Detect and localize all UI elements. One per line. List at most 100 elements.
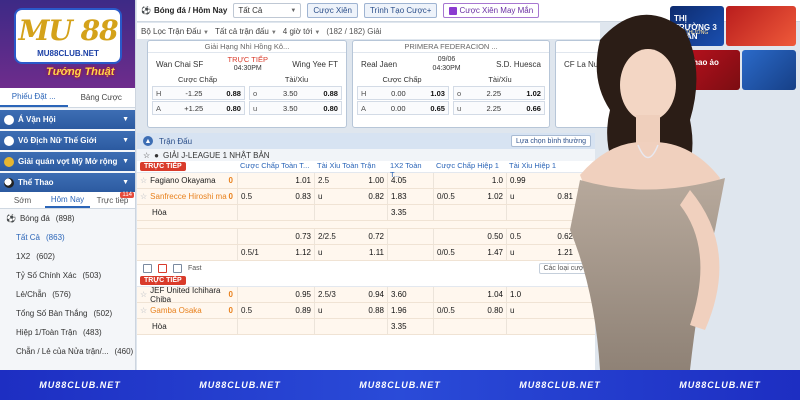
live-tv-icon[interactable] — [158, 263, 167, 273]
league-header[interactable]: ☆ ● GIẢI J-LEAGUE 1 NHẬT BẢN — [137, 149, 595, 161]
featured-match-card[interactable]: PRIMERA FEDERACION ... Real Jaen 09/06 0… — [352, 40, 550, 128]
match-filter-select[interactable]: Bộ Lọc Trận Đấu ▼ — [141, 27, 209, 36]
odds-cell[interactable]: 1.01 — [237, 173, 314, 188]
footer-link[interactable]: MU88CLUB.NET — [519, 380, 601, 390]
odds-cell[interactable]: 2.5 1.00 — [314, 173, 387, 188]
odds-cell[interactable]: 0/0.5 1.47 — [433, 245, 506, 260]
tab-early[interactable]: Sớm — [0, 192, 45, 208]
tab-bet-list[interactable]: Bảng Cược — [68, 88, 136, 107]
collapse-icon[interactable]: ▲ — [143, 136, 153, 146]
team-away[interactable]: ☆ Sanfrecce Hiroshi ma 0 — [137, 189, 237, 204]
team-home[interactable]: ☆ JEF United Ichihara Chiba 0 — [137, 286, 237, 304]
footer-link[interactable]: MU88CLUB.NET — [359, 380, 441, 390]
odds-cell[interactable]: o 2.25 1.02 — [453, 86, 545, 100]
odds-cell[interactable]: H -1.25 0.88 — [152, 86, 245, 100]
odds-cell[interactable]: u 0.88 — [314, 303, 387, 318]
sidebar-section-womens-world-cup[interactable]: Vô Địch Nữ Thế Giới ▼ — [0, 131, 135, 150]
tab-betslip[interactable]: Phiếu Đặt ... — [0, 88, 68, 107]
odds-cell[interactable]: 0.95 — [237, 287, 314, 302]
odds-cell[interactable]: A 0.00 0.65 — [357, 101, 449, 115]
odds-cell[interactable]: 1.96 — [387, 303, 433, 318]
odds-cell[interactable]: H 0.00 1.03 — [357, 86, 449, 100]
tab-today[interactable]: Hôm Nay — [45, 192, 90, 208]
odds-cell[interactable]: 0/0.5 0.80 — [433, 303, 506, 318]
card-market-headers: Cược Chấp Tài/Xỉu — [148, 75, 346, 86]
sport-football[interactable]: ⚽ Bóng đá (898) — [0, 209, 135, 228]
odds-cell[interactable]: 1.0 — [506, 287, 576, 302]
lucky-parlay-button[interactable]: Cược Xiên May Mắn — [443, 3, 540, 18]
promo-banner[interactable] — [742, 50, 796, 90]
featured-match-card[interactable]: Giải Hạng Nhì Hồng Kô... Wan Chai SF TRỰ… — [147, 40, 347, 128]
odds-cell[interactable]: u 1.21 — [506, 245, 576, 260]
star-icon[interactable]: ☆ — [140, 306, 147, 315]
odds-cell[interactable]: u 0.82 — [314, 189, 387, 204]
odds-cell — [237, 205, 314, 220]
odds-cell[interactable]: 3.60 — [387, 287, 433, 302]
category-item[interactable]: Chẵn / Lẻ của Nửa trận/... (460) — [0, 342, 135, 361]
hours-select[interactable]: 4 giờ tới ▼ — [283, 27, 321, 36]
odds-cell[interactable]: 2.5/3 0.94 — [314, 287, 387, 302]
footer-link[interactable]: MU88CLUB.NET — [679, 380, 761, 390]
category-item[interactable]: Hiệp 1/Toàn Trận (483) — [0, 323, 135, 342]
odds-cell[interactable]: 0.5 0.62 — [506, 229, 576, 244]
star-icon[interactable]: ☆ — [143, 151, 150, 160]
odds-cell[interactable]: u 1.11 — [314, 245, 387, 260]
odds-cell[interactable]: 4.05 — [387, 173, 433, 188]
odds-cell[interactable]: 0.5 0.89 — [237, 303, 314, 318]
team-away[interactable]: ☆ Gamba Osaka 0 — [137, 303, 237, 318]
odds-cell[interactable]: 1.83 — [387, 189, 433, 204]
category-item[interactable]: Tất Cả (863) — [0, 228, 135, 247]
parlay-button[interactable]: Cược Xiên — [307, 3, 358, 18]
sidebar-section-sports[interactable]: Thể Thao ▼ — [0, 173, 135, 192]
odds-cell[interactable]: 0.50 — [433, 229, 506, 244]
category-item[interactable]: 1X2 (602) — [0, 247, 135, 266]
star-icon[interactable]: ☆ — [140, 176, 147, 185]
sidebar-section-asian-games[interactable]: Á Vận Hội ▼ — [0, 110, 135, 129]
promo-banner[interactable] — [726, 6, 796, 46]
footer-link[interactable]: MU88CLUB.NET — [199, 380, 281, 390]
odds-cell[interactable]: 0.73 — [237, 229, 314, 244]
odds-cell[interactable]: 1.04 — [433, 287, 506, 302]
category-item[interactable]: Tỷ Số Chính Xác (503) — [0, 266, 135, 285]
footer-link[interactable]: MU88CLUB.NET — [39, 380, 121, 390]
featured-match-card[interactable]: SE CF La Nuc — [555, 40, 655, 128]
sort-select[interactable]: Lựa chọn bình thường — [510, 135, 591, 147]
odds-price: 1.03 — [430, 88, 445, 98]
star-icon[interactable]: ☆ — [140, 192, 147, 201]
fast-bet-link[interactable]: Fast — [188, 265, 202, 272]
odds-cell[interactable]: u 0.81 — [506, 189, 576, 204]
odds-cell[interactable]: o 3.50 0.88 — [249, 86, 342, 100]
brand-banner[interactable]: MU 88 MU88CLUB.NET Tướng Thuật — [0, 0, 135, 88]
odds-cell[interactable]: u 3.50 0.80 — [249, 101, 342, 115]
odds-cell[interactable]: 0.5 0.83 — [237, 189, 314, 204]
lineup-icon[interactable] — [173, 263, 182, 273]
odds-cell[interactable]: 1.0 — [433, 173, 506, 188]
category-item[interactable]: Tổng Số Bàn Thắng (502) — [0, 304, 135, 323]
odds-line: 0.5/1 — [241, 248, 259, 257]
promo-banner[interactable]: Thể thao ảo — [670, 50, 740, 90]
bet-builder-button[interactable]: Trình Tạo Cược+ — [363, 3, 438, 18]
star-icon[interactable]: ☆ — [140, 290, 147, 299]
odds-cell[interactable]: 3.35 — [387, 319, 433, 334]
promo-banner[interactable]: THỊ TRƯỜNG 3 ĐOÁN SĂN THƯỞNG — [670, 6, 724, 46]
odds-cell[interactable]: 3.35 — [387, 205, 433, 220]
category-item[interactable]: Lẻ/Chẵn (576) — [0, 285, 135, 304]
odds-price: 1.0 — [510, 290, 522, 299]
team-home[interactable]: ☆ Fagiano Okayama 0 — [137, 173, 237, 188]
odds-cell[interactable]: 0/0.5 1.02 — [433, 189, 506, 204]
odds-cell[interactable]: 0.5/1 1.12 — [237, 245, 314, 260]
sidebar-section-us-open[interactable]: Giải quán vợt Mỹ Mở rộng ▼ — [0, 152, 135, 171]
all-matches-select[interactable]: Tất cả trận đấu ▼ — [215, 27, 277, 36]
column-header: Cược Chấp Toàn T... — [240, 161, 310, 170]
market-select[interactable]: Tất Cả ▼ — [233, 3, 302, 18]
odds-cell[interactable]: 0.99 — [506, 173, 576, 188]
odds-cell[interactable]: A +1.25 0.80 — [152, 101, 245, 115]
tab-live[interactable]: Trực tiếp 114 — [90, 192, 135, 208]
more-markets-button[interactable]: Các loại cược — [539, 262, 591, 274]
breadcrumb: ⚽ Bóng đá / Hôm Nay — [141, 6, 227, 15]
stats-icon[interactable] — [143, 263, 152, 273]
logo[interactable]: MU 88 MU88CLUB.NET — [14, 8, 122, 64]
odds-cell[interactable]: u — [506, 303, 576, 318]
odds-cell[interactable]: u 2.25 0.66 — [453, 101, 545, 115]
odds-cell[interactable]: 2/2.5 0.72 — [314, 229, 387, 244]
